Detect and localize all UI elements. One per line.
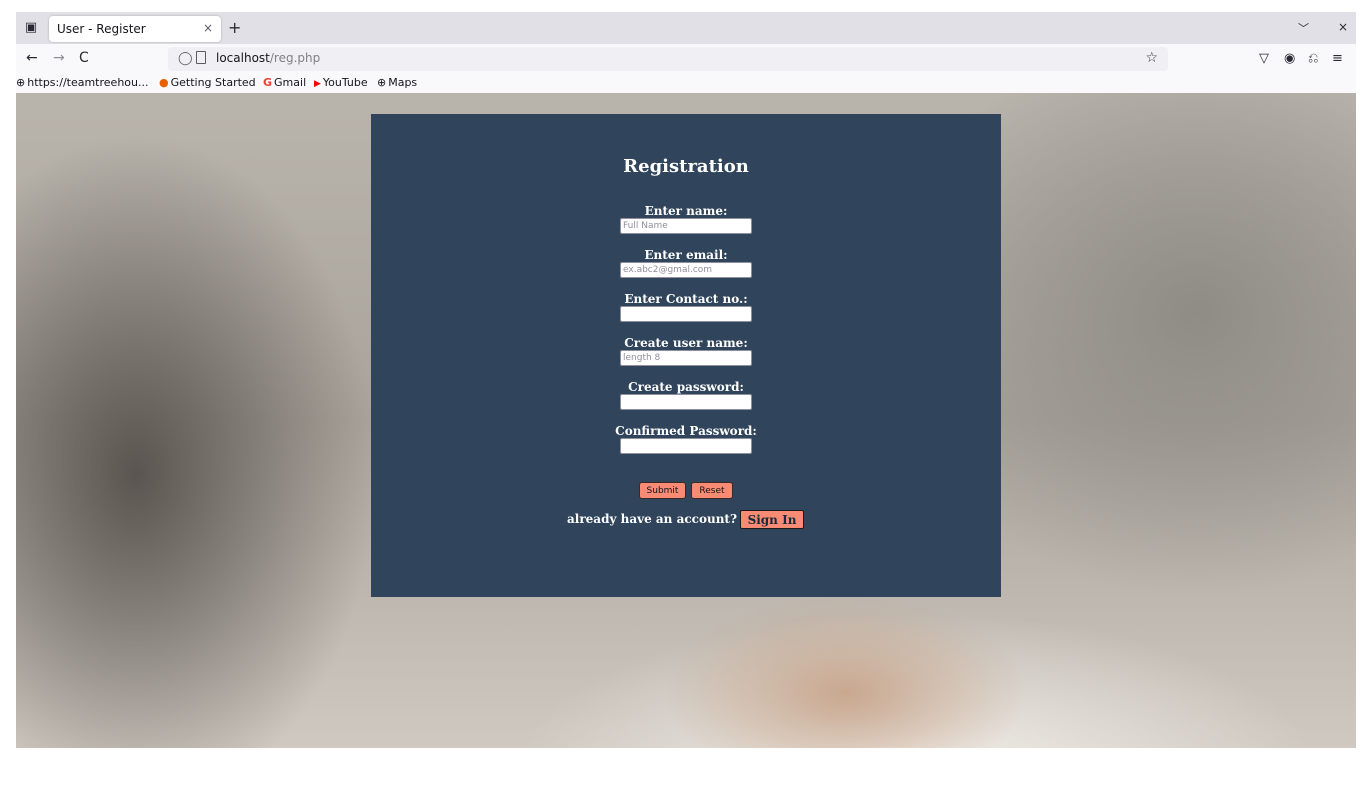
bookmark-getting-started[interactable]: ● Getting Started — [159, 76, 256, 89]
back-button[interactable]: ← — [26, 50, 38, 66]
tab-list-chevron-icon[interactable]: ﹀ — [1298, 20, 1309, 36]
reset-button[interactable]: Reset — [691, 482, 733, 499]
bookmark-label: https://teamtreehou... — [27, 76, 149, 89]
account-icon[interactable]: ◉ — [1284, 51, 1295, 66]
url-path: /reg.php — [269, 51, 321, 65]
confirm-password-label: Confirmed Password: — [615, 424, 757, 438]
globe-icon: ⊕ — [377, 76, 387, 89]
contact-label: Enter Contact no.: — [624, 292, 748, 306]
tracking-shield-icon[interactable]: ◯ — [178, 51, 193, 66]
bookmark-maps[interactable]: ⊕ Maps — [377, 76, 417, 89]
youtube-icon: ▶ — [314, 79, 321, 89]
bookmark-teamtreehouse[interactable]: ⊕ https://teamtreehou... — [16, 76, 148, 89]
tab-strip: ▣ User - Register × + ﹀ × — [16, 12, 1356, 44]
forward-button[interactable]: → — [53, 50, 65, 66]
form-title: Registration — [623, 156, 749, 177]
registration-panel: Registration Enter name: Enter email: En… — [371, 114, 1001, 597]
bookmark-label: Getting Started — [170, 76, 256, 89]
password-input[interactable] — [620, 394, 752, 410]
bookmark-youtube[interactable]: ▶ YouTube — [314, 76, 368, 89]
username-input[interactable] — [620, 350, 752, 366]
bookmarks-bar: ⊕ https://teamtreehou... ● Getting Started… — [16, 74, 1356, 93]
menu-icon[interactable]: ≡ — [1332, 51, 1343, 66]
pocket-icon[interactable]: ▽ — [1259, 51, 1269, 66]
bookmark-label: Gmail — [274, 76, 307, 89]
firefox-icon: ● — [159, 76, 169, 89]
tab-close-icon[interactable]: × — [203, 21, 213, 35]
bookmark-star-icon[interactable]: ☆ — [1145, 50, 1158, 66]
email-label: Enter email: — [644, 248, 728, 262]
globe-icon: ⊕ — [16, 76, 26, 89]
sign-in-button[interactable]: Sign In — [740, 510, 804, 529]
confirm-password-input[interactable] — [620, 438, 752, 454]
reload-button[interactable]: C — [79, 50, 89, 66]
name-label: Enter name: — [644, 204, 728, 218]
google-icon: G — [263, 76, 273, 89]
browser-window: ▣ User - Register × + ﹀ × ← → C ◯ localh… — [16, 12, 1356, 748]
page-info-icon[interactable] — [196, 51, 206, 64]
url-text[interactable]: localhost/reg.php — [216, 51, 320, 65]
url-bar[interactable]: ◯ localhost/reg.php ☆ — [168, 47, 1168, 71]
tab-title: User - Register — [57, 22, 146, 36]
email-input[interactable] — [620, 262, 752, 278]
tab-overview-icon[interactable]: ▣ — [22, 19, 40, 37]
contact-input[interactable] — [620, 306, 752, 322]
bookmark-label: Maps — [388, 76, 418, 89]
submit-button[interactable]: Submit — [639, 482, 686, 499]
page-content: Registration Enter name: Enter email: En… — [16, 93, 1356, 748]
name-input[interactable] — [620, 218, 752, 234]
extensions-icon[interactable]: ⎌ — [1308, 51, 1318, 66]
bookmark-gmail[interactable]: G Gmail — [263, 76, 306, 89]
password-label: Create password: — [628, 380, 744, 394]
signin-prompt: already have an account? — [567, 512, 737, 526]
tab-user-register[interactable]: User - Register × — [49, 16, 221, 42]
url-host: localhost — [216, 51, 270, 65]
navigation-bar: ← → C ◯ localhost/reg.php ☆ ▽ ◉ ⎌ ≡ — [16, 44, 1356, 74]
window-close-button[interactable]: × — [1338, 20, 1348, 34]
new-tab-button[interactable]: + — [228, 18, 241, 37]
username-label: Create user name: — [624, 336, 748, 350]
bookmark-label: YouTube — [322, 76, 368, 89]
